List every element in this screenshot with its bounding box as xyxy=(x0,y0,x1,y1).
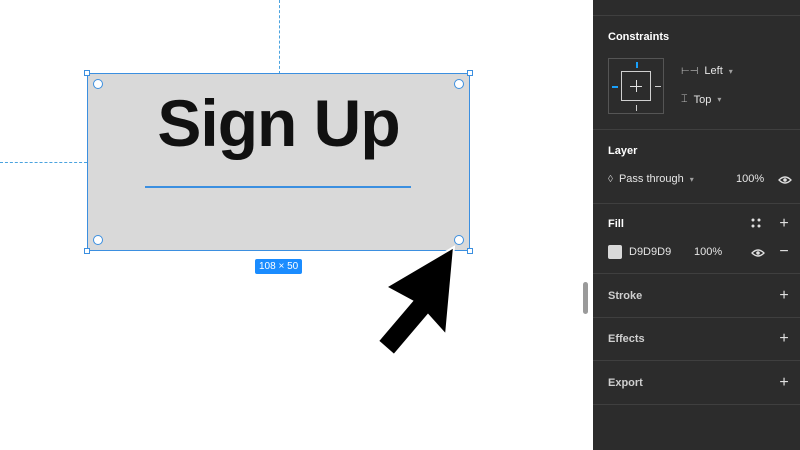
constraints-title: Constraints xyxy=(608,31,670,43)
horizontal-constraint-dropdown[interactable]: ⊢⊣ Left ▾ xyxy=(681,65,733,77)
horizontal-constraint-value: Left xyxy=(704,65,723,77)
constraints-section: Constraints ⊢⊣ Left ▾ ⌶ Top ▾ xyxy=(593,16,800,130)
properties-panel: Constraints ⊢⊣ Left ▾ ⌶ Top ▾ Layer ◊ Pa… xyxy=(593,0,800,450)
add-fill-icon[interactable]: + xyxy=(778,216,790,232)
stroke-title: Stroke xyxy=(608,290,643,302)
selected-frame[interactable]: Sign Up xyxy=(87,73,470,251)
export-section[interactable]: Export + xyxy=(593,361,800,405)
horizontal-guide-line xyxy=(0,162,87,163)
blend-mode-dropdown[interactable]: ◊ Pass through ▾ xyxy=(608,173,694,185)
chevron-down-icon: ▾ xyxy=(728,66,733,76)
vertical-guide-line xyxy=(279,0,280,74)
vertical-constraint-dropdown[interactable]: ⌶ Top ▾ xyxy=(681,93,721,106)
layer-section: Layer ◊ Pass through ▾ 100% xyxy=(593,130,800,204)
effects-title: Effects xyxy=(608,333,645,345)
dimensions-badge: 108 × 50 xyxy=(255,259,303,274)
resize-handle-top-left[interactable] xyxy=(84,70,90,76)
constraint-top-active[interactable] xyxy=(636,62,638,68)
blend-mode-value: Pass through xyxy=(618,173,684,185)
chevron-down-icon: ▾ xyxy=(689,174,694,184)
chevron-down-icon: ▾ xyxy=(717,95,722,104)
fill-opacity-input[interactable]: 100% xyxy=(694,246,722,258)
cursor-arrow-icon xyxy=(376,245,456,357)
constraint-right[interactable] xyxy=(655,86,661,87)
panel-top-divider xyxy=(593,0,800,16)
effects-section[interactable]: Effects + xyxy=(593,318,800,361)
eye-icon[interactable] xyxy=(751,248,765,258)
resize-handle-bottom-right[interactable] xyxy=(467,248,473,254)
fill-hex-input[interactable]: D9D9D9 xyxy=(629,246,671,258)
fill-section: Fill + D9D9D9 100% − xyxy=(593,204,800,274)
design-canvas[interactable]: Sign Up 108 × 50 xyxy=(0,0,593,450)
resize-handle-bottom-left[interactable] xyxy=(84,248,90,254)
vertical-constraint-value: Top xyxy=(693,93,712,106)
frame-text[interactable]: Sign Up xyxy=(88,90,469,156)
constraint-left-active[interactable] xyxy=(612,86,618,88)
style-grid-icon[interactable] xyxy=(750,217,762,229)
vertical-constraint-icon: ⌶ xyxy=(681,93,688,105)
text-baseline-indicator xyxy=(145,186,411,188)
stroke-section[interactable]: Stroke + xyxy=(593,274,800,318)
add-export-icon[interactable]: + xyxy=(778,375,790,391)
fill-title: Fill xyxy=(608,218,624,230)
corner-radius-handle-top-left[interactable] xyxy=(93,79,103,89)
blend-mode-drop-icon: ◊ xyxy=(608,173,613,185)
constraint-inner-box xyxy=(621,71,651,101)
corner-radius-handle-top-right[interactable] xyxy=(454,79,464,89)
add-effect-icon[interactable]: + xyxy=(778,331,790,347)
constraint-cross xyxy=(636,80,637,92)
constraint-widget[interactable] xyxy=(608,58,664,114)
corner-radius-handle-bottom-left[interactable] xyxy=(93,235,103,245)
horizontal-constraint-icon: ⊢⊣ xyxy=(681,65,699,77)
add-stroke-icon[interactable]: + xyxy=(778,288,790,304)
export-title: Export xyxy=(608,377,643,389)
eye-icon[interactable] xyxy=(778,175,792,185)
remove-fill-icon[interactable]: − xyxy=(778,244,790,260)
layer-title: Layer xyxy=(608,145,638,157)
constraint-bottom[interactable] xyxy=(636,105,637,111)
vertical-scrollbar[interactable] xyxy=(583,282,588,314)
fill-color-swatch[interactable] xyxy=(608,245,622,259)
resize-handle-top-right[interactable] xyxy=(467,70,473,76)
layer-opacity-input[interactable]: 100% xyxy=(736,173,764,185)
